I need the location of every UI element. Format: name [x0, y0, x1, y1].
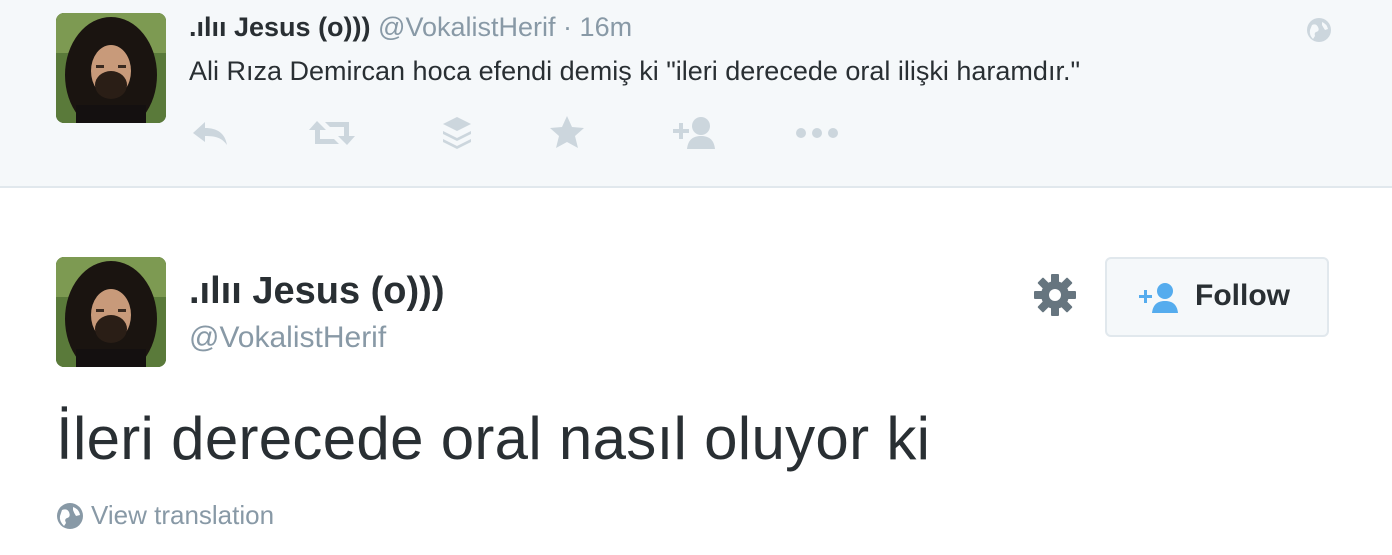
tweet-text: İleri derecede oral nasıl oluyor ki [56, 405, 931, 472]
add-user-icon [1137, 281, 1183, 320]
avatar[interactable] [56, 13, 166, 123]
timestamp[interactable]: 16m [580, 12, 633, 42]
tweet-header: .ılıı Jesus (o))) @VokalistHerif · 16m [189, 12, 632, 43]
user-name[interactable]: .ılıı Jesus (o))) [189, 12, 371, 42]
follow-icon[interactable] [671, 113, 715, 153]
follow-button[interactable]: Follow [1105, 257, 1329, 337]
parent-tweet[interactable]: .ılıı Jesus (o))) @VokalistHerif · 16m A… [0, 0, 1392, 188]
reply-icon[interactable] [189, 113, 233, 153]
favorite-icon[interactable] [547, 113, 591, 153]
user-name[interactable]: .ılıı Jesus (o))) [189, 270, 444, 313]
gear-icon[interactable] [1032, 272, 1078, 318]
retweet-icon[interactable] [307, 113, 355, 153]
user-handle[interactable]: @VokalistHerif [189, 321, 386, 355]
buffer-icon[interactable] [439, 113, 483, 153]
separator: · [563, 12, 573, 42]
globe-icon [56, 502, 84, 535]
globe-icon [1306, 17, 1332, 43]
tweet-text: Ali Rıza Demircan hoca efendi demiş ki "… [189, 56, 1081, 86]
more-icon[interactable] [793, 113, 838, 153]
user-handle[interactable]: @VokalistHerif [378, 12, 555, 42]
view-translation-label: View translation [91, 500, 275, 530]
avatar[interactable] [56, 257, 166, 367]
follow-label: Follow [1195, 279, 1290, 312]
